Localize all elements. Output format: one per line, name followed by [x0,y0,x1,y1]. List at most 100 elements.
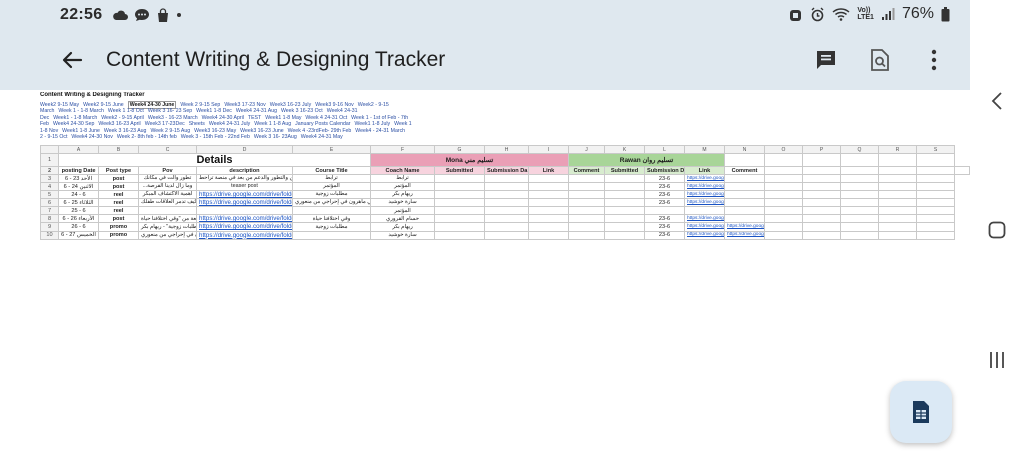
week-tab[interactable]: 1-8 Nov [40,128,58,134]
nav-recents-button[interactable] [982,345,1012,375]
week-tab[interactable]: Week4 24-30 Nov [71,134,112,140]
week-tab[interactable]: Week3 16-23 July [270,102,311,108]
week-tab[interactable]: Week1 1-8 June [62,128,100,134]
search-document-icon [871,49,889,71]
empty-cell [840,222,879,232]
mona-submitted-cell [434,182,485,191]
rawan-comment-cell[interactable]: https://drive.google.com/drive/folders/1… [724,222,765,232]
week-tab[interactable]: Week1 - 1-8 March [53,115,97,121]
week-tab[interactable]: Week 1 1-8 Aug [254,121,291,127]
rawan-comment-cell[interactable]: https://drive.google.com/drive/folders/1… [724,230,765,240]
week-tab[interactable]: Week2 9-15 June [83,102,124,108]
column-header-cell: Submission Da [484,166,529,175]
open-in-sheets-button[interactable] [890,381,952,443]
week-tab[interactable]: Week4 24-31 [327,108,358,114]
week-tab[interactable]: Week1 1-8 Dec [196,108,232,114]
week-tab[interactable]: Week 3 16-23 Oct [281,108,323,114]
comments-button[interactable] [808,42,844,78]
rawan-comment-cell[interactable] [724,214,765,224]
table-row[interactable]: 8الأربعاء 26 - 6postلفتات رائعة من "وقي … [40,214,970,224]
week-tab[interactable]: Feb [40,121,49,127]
empty-cell [840,206,879,216]
week-tab[interactable]: Week 1 - 1-8 March [58,108,103,114]
rawan-link-cell[interactable] [684,206,725,216]
nav-home-button[interactable] [982,215,1012,245]
mona-comment-cell [568,182,605,191]
rawan-comment-cell[interactable] [724,174,765,183]
rawan-comment-cell[interactable] [724,198,765,208]
week-tab[interactable]: January Posts Calendar [295,121,350,127]
more-options-button[interactable] [916,42,952,78]
week-tab[interactable]: Week1 1-8 July [354,121,390,127]
rawan-comment-cell[interactable] [724,189,765,200]
week-tab[interactable]: Week 2 9-15 Sep [180,102,220,108]
week-tab[interactable]: Week1 1-8 May [265,115,301,121]
rawan-comment-cell[interactable] [724,182,765,191]
week-tab[interactable]: Dec [40,115,49,121]
rawan-link-cell[interactable]: https://drive.google.com/drive/folders/1… [684,198,725,208]
rawan-submission-date-cell: 23-6 [644,174,685,183]
week-tab[interactable]: Week4 24-31 Aug [236,108,277,114]
week-tab[interactable]: Week 1 - 1st of Feb - 7th [351,115,408,121]
description-cell[interactable]: https://drive.google.com/drive/folders/1… [196,222,293,232]
week-tab[interactable]: Week 4 24-31 Oct [305,115,347,121]
rawan-link-cell[interactable]: https://drive.google.com/drive/folders/1… [684,189,725,200]
week-tab[interactable]: Week4 - 24-31 March [355,128,405,134]
table-row[interactable]: 3الأحد 23 - 6postتطور والت في مكانكعن فك… [40,174,970,183]
rawan-link-cell[interactable]: https://drive.google.com/drive/folders/1… [684,222,725,232]
week-tab[interactable]: Week 1 [394,121,412,127]
coach-name-cell: ترابط [370,174,435,183]
week-tab[interactable]: Week 1 1-8 Oct [108,108,144,114]
table-row[interactable]: 926 - 6promoكورس "مطلبات زوجية" - ريهام … [40,222,970,232]
week-tab[interactable]: Week2 - 9-15 [358,102,389,108]
description-cell[interactable]: https://drive.google.com/drive/folders/1… [196,230,293,240]
week-tab[interactable]: Week3 16-23 June [240,128,283,134]
week-tab[interactable]: Week3 17-23 Nov [224,102,265,108]
sub-header-row: 2 posting Date Post type Pov description Cour… [40,166,970,175]
week-tab[interactable]: Week3 16-23 April [98,121,140,127]
rawan-link-cell[interactable]: https://drive.google.com/drive/folders/1… [684,182,725,191]
week-tab[interactable]: 2 - 9-15 Oct [40,134,67,140]
rawan-comment-cell[interactable] [724,206,765,216]
week-tab[interactable]: Week 3 16- 23Aug [254,134,297,140]
description-cell[interactable]: https://drive.google.com/drive/folders/1… [196,198,293,208]
rawan-link-cell[interactable]: https://drive.google.com/drive/folders/1… [684,230,725,240]
back-button[interactable] [52,40,92,80]
find-in-document-button[interactable] [862,42,898,78]
week-tab[interactable]: Week 3 - 15th Feb - 22nd Feb [181,134,250,140]
column-letter: F [370,145,435,154]
rawan-submission-date-cell: 23-6 [644,230,685,240]
week-tab[interactable]: Week3 9-16 Nov [315,102,354,108]
table-row[interactable]: 10الخميس 27 - 6promoكورس "أطفالي ماهرون … [40,230,970,240]
table-row[interactable]: 6 الثلاثاء 25 - 6 reel كيف تدمر العلاقات طف… [40,198,970,208]
week-tab[interactable]: Week4 24-31 July [209,121,250,127]
week-tab[interactable]: Week4 24-30 April [202,115,244,121]
week-tab[interactable]: Week2 - 9-15 April [101,115,144,121]
week-tab[interactable]: Week 3 16- 23 Sep [148,108,192,114]
week-tab[interactable]: Week 3 16-23 Aug [104,128,147,134]
week-tab[interactable]: March [40,108,54,114]
nav-back-button[interactable] [982,86,1012,116]
sheet-preview[interactable]: Content Writing & Designing Tracker Week… [40,90,970,461]
column-header-cell: Course Title [292,166,371,175]
week-tab[interactable]: Week4 24-30 Sep [53,121,94,127]
empty-cell [840,214,879,224]
week-tab[interactable]: Week3 16-23 May [194,128,236,134]
week-tab[interactable]: Week3 - 16-23 March [148,115,198,121]
network-label: Vo)) LTE1 [857,7,874,21]
week-tab[interactable]: TEST [248,115,261,121]
table-row[interactable]: 5 24 - 6 reel أهمية الاكتشاف المبكر https://… [40,189,970,200]
week-tab[interactable]: Week2 9-15 May [40,102,79,108]
week-tab[interactable]: Sheets [189,121,205,127]
rawan-link-cell[interactable]: https://drive.google.com/drive/folders/1… [684,174,725,183]
week-tab[interactable]: Week 2- 8th feb - 14th feb [117,134,177,140]
week-tab[interactable]: Week4 24-31 May [301,134,343,140]
week-tab[interactable]: Week 4 -23rdFeb- 29th Feb [288,128,352,134]
rawan-link-cell[interactable]: https://drive.google.com/drive/folders/1… [684,214,725,224]
week-tab[interactable]: Week 2 9-15 Aug [150,128,190,134]
description-cell[interactable]: https://drive.google.com/drive/folders/1… [196,214,293,224]
week-tab[interactable]: Week3 17-23Dec [145,121,185,127]
description-cell[interactable]: https://drive.google.com/drive/folders/1… [196,189,293,200]
table-row[interactable]: 7 25 - 6 reel المؤتمر [40,206,970,216]
table-row[interactable]: 4 الاثنين 24 - 6 post ...وما زال لدينا الفر… [40,182,970,191]
